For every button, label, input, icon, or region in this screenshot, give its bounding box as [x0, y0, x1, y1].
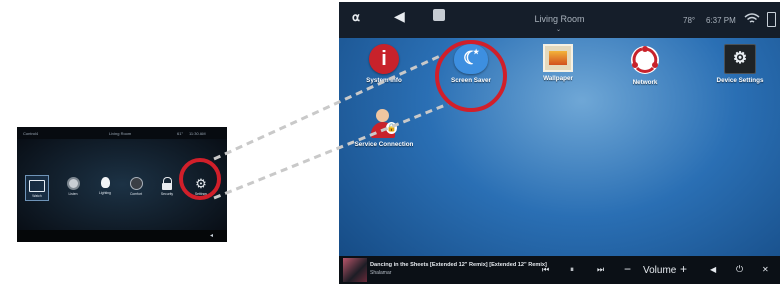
- app-label: Service Connection: [354, 141, 414, 148]
- volume-icon[interactable]: ◂: [210, 232, 213, 239]
- app-device-settings[interactable]: ⚙ Device Settings: [705, 44, 775, 84]
- speaker-icon: [66, 177, 80, 190]
- bulb-icon: [100, 177, 110, 188]
- tile-security[interactable]: Security: [157, 177, 177, 196]
- app-service-connection[interactable]: 🔒 Service Connection: [349, 108, 419, 148]
- room-off-icon[interactable]: ✕: [762, 265, 769, 274]
- gear-icon: ⚙: [195, 176, 207, 191]
- volume-down-button[interactable]: −: [624, 262, 631, 276]
- tile-watch[interactable]: Watch: [25, 175, 49, 201]
- volume-label: Volume: [643, 265, 677, 276]
- tile-label: Comfort: [129, 192, 143, 196]
- small-touchscreen: Control4 Living Room 61° 11:30 AM Watch …: [17, 127, 227, 242]
- temperature: 61°: [177, 131, 184, 136]
- previous-track-icon[interactable]: ⏮: [542, 265, 549, 275]
- next-track-icon[interactable]: ⏭: [597, 265, 604, 275]
- power-icon[interactable]: ⏻: [736, 264, 743, 275]
- app-label: Network: [632, 79, 658, 86]
- now-playing-bar: Dancing in the Sheets [Extended 12" Remi…: [339, 256, 780, 284]
- tile-comfort[interactable]: Comfort: [125, 177, 147, 196]
- temperature: 78°: [683, 16, 696, 25]
- app-system-info[interactable]: i System Info: [354, 44, 414, 84]
- brand-logo: Control4: [23, 131, 39, 136]
- track-artist: Shalamar: [370, 270, 392, 276]
- tile-label: Lighting: [99, 191, 111, 195]
- large-touchscreen: ⍺ ◀ Living Room ⌄ 78° 6:37 PM i System I…: [339, 2, 780, 284]
- small-topbar: Control4 Living Room 61° 11:30 AM: [17, 127, 227, 139]
- network-icon: [631, 46, 659, 74]
- album-art[interactable]: [343, 258, 367, 282]
- app-label: Wallpaper: [543, 75, 573, 82]
- clock: 6:37 PM: [706, 16, 736, 25]
- tile-label: Watch: [32, 194, 42, 198]
- app-network[interactable]: Network: [615, 44, 675, 86]
- room-name[interactable]: Living Room: [109, 131, 131, 136]
- moon-star-icon: ☾ ★: [454, 44, 488, 74]
- picture-icon: [543, 44, 573, 72]
- chevron-down-icon[interactable]: ⌄: [556, 26, 561, 33]
- pause-icon[interactable]: ⏸: [570, 265, 574, 275]
- lock-icon: [162, 177, 172, 190]
- track-title: Dancing in the Sheets [Extended 12" Remi…: [370, 262, 547, 268]
- tile-listen[interactable]: Listen: [63, 177, 83, 196]
- wifi-icon: [744, 13, 760, 23]
- thermostat-icon: [129, 177, 143, 190]
- info-icon: i: [369, 44, 399, 74]
- tile-label: Security: [160, 192, 174, 196]
- battery-icon: [767, 12, 776, 27]
- tile-label: Settings: [194, 192, 208, 196]
- tile-lighting[interactable]: Lighting: [95, 177, 115, 195]
- app-wallpaper[interactable]: Wallpaper: [528, 44, 588, 82]
- small-bottombar: ◂: [17, 230, 227, 242]
- large-topbar: ⍺ ◀ Living Room ⌄ 78° 6:37 PM: [339, 2, 780, 38]
- app-label: Screen Saver: [451, 77, 491, 84]
- app-label: Device Settings: [716, 77, 764, 84]
- tile-label: Listen: [68, 192, 78, 196]
- volume-up-button[interactable]: +: [680, 262, 687, 276]
- user-lock-icon: 🔒: [369, 108, 399, 138]
- mute-icon[interactable]: ◀: [710, 265, 716, 274]
- app-label: System Info: [366, 77, 402, 84]
- clock: 11:30 AM: [189, 131, 206, 136]
- tv-icon: [29, 180, 45, 192]
- tile-settings[interactable]: ⚙ Settings: [191, 177, 211, 196]
- settings-icon: ⚙: [724, 44, 756, 74]
- app-screen-saver[interactable]: ☾ ★ Screen Saver: [441, 44, 501, 84]
